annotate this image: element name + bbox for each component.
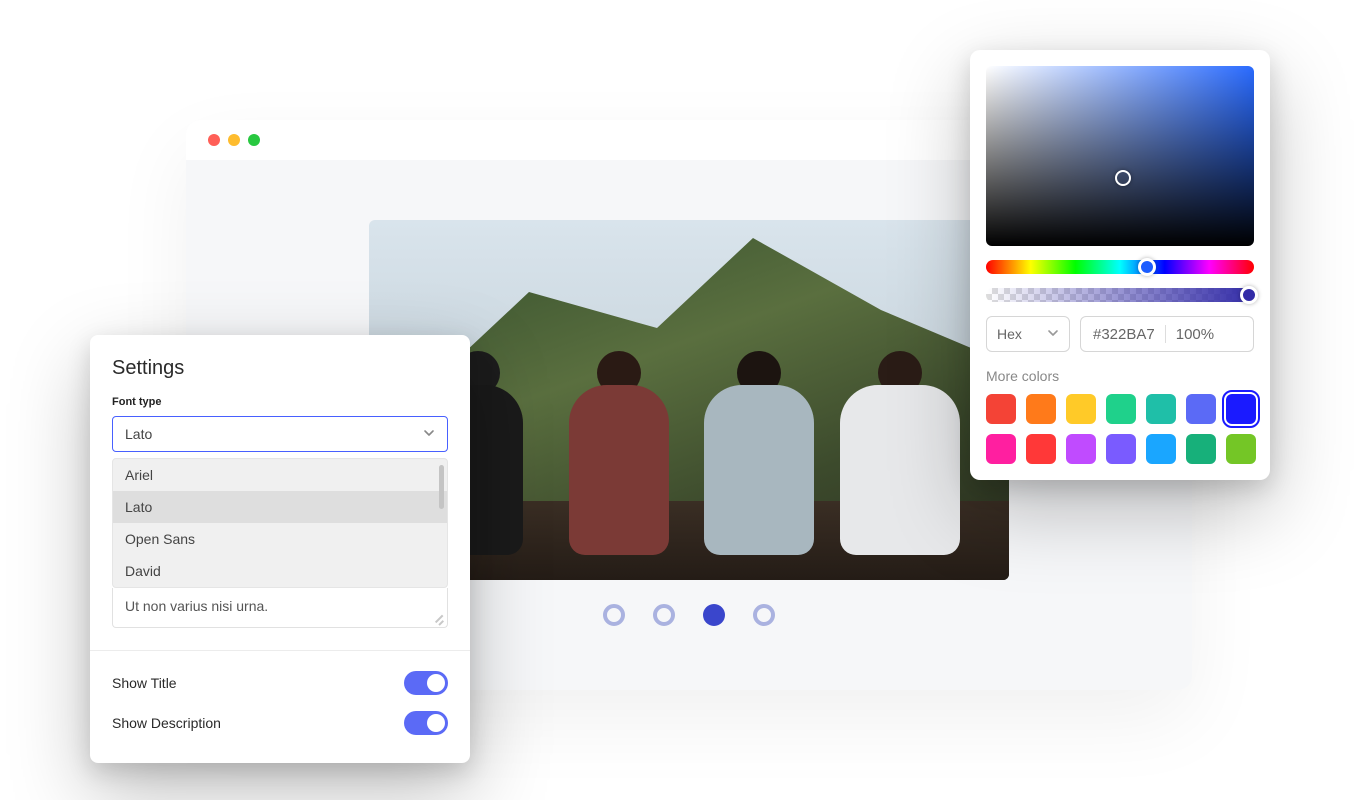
color-swatch[interactable] [1106,394,1136,424]
carousel-dot-1[interactable] [603,604,625,626]
color-swatch[interactable] [1186,394,1216,424]
color-swatch[interactable] [1106,434,1136,464]
resize-handle-icon[interactable] [431,611,443,623]
description-textarea[interactable]: Ut non varius nisi urna. [112,588,448,628]
color-swatch[interactable] [1026,434,1056,464]
color-swatch[interactable] [1066,434,1096,464]
carousel-dot-3[interactable] [703,604,725,626]
font-option-opensans[interactable]: Open Sans [113,523,447,555]
font-option-ariel[interactable]: Ariel [113,459,447,491]
color-swatch[interactable] [1226,434,1256,464]
font-option-david[interactable]: David [113,555,447,587]
color-swatch[interactable] [1146,434,1176,464]
alpha-slider[interactable] [986,288,1254,302]
minimize-window-button[interactable] [228,134,240,146]
show-description-label: Show Description [112,715,221,731]
description-text: Ut non varius nisi urna. [125,598,268,614]
show-description-toggle[interactable] [404,711,448,735]
color-swatch[interactable] [1026,394,1056,424]
color-hex-input[interactable]: #322BA7 100% [1080,316,1254,352]
font-type-dropdown: Ariel Lato Open Sans David [112,458,448,588]
color-swatch[interactable] [986,434,1016,464]
more-colors-label: More colors [986,368,1254,384]
color-swatch[interactable] [1066,394,1096,424]
settings-title: Settings [112,357,448,380]
show-title-toggle[interactable] [404,671,448,695]
separator [1165,325,1166,343]
carousel-dot-2[interactable] [653,604,675,626]
hue-slider[interactable] [986,260,1254,274]
close-window-button[interactable] [208,134,220,146]
chevron-down-icon [423,426,435,442]
alpha-slider-handle[interactable] [1240,286,1258,304]
divider [90,650,470,651]
color-picker-panel: Hex #322BA7 100% More colors [970,50,1270,480]
chevron-down-icon [1047,326,1059,342]
color-format-select[interactable]: Hex [986,316,1070,352]
font-option-lato[interactable]: Lato [113,491,447,523]
color-swatch[interactable] [1226,394,1256,424]
maximize-window-button[interactable] [248,134,260,146]
hue-slider-handle[interactable] [1138,258,1156,276]
color-swatch[interactable] [1186,434,1216,464]
show-title-label: Show Title [112,675,177,691]
settings-panel: Settings Font type Lato Ariel Lato Open … [90,335,470,763]
font-type-label: Font type [112,396,448,408]
font-type-select[interactable]: Lato [112,416,448,452]
color-hex-value: #322BA7 [1093,326,1155,343]
color-saturation-canvas[interactable] [986,66,1254,246]
swatch-grid [986,394,1254,464]
person-silhouette [559,351,679,551]
color-swatch[interactable] [986,394,1016,424]
carousel-dot-4[interactable] [753,604,775,626]
color-opacity-value: 100% [1176,326,1214,343]
person-silhouette [699,351,819,551]
person-silhouette [840,351,960,551]
color-format-value: Hex [997,326,1022,342]
color-sv-handle[interactable] [1115,170,1131,186]
carousel-dots [603,604,775,626]
color-swatch[interactable] [1146,394,1176,424]
font-type-value: Lato [125,426,152,442]
dropdown-scrollbar[interactable] [439,465,444,509]
